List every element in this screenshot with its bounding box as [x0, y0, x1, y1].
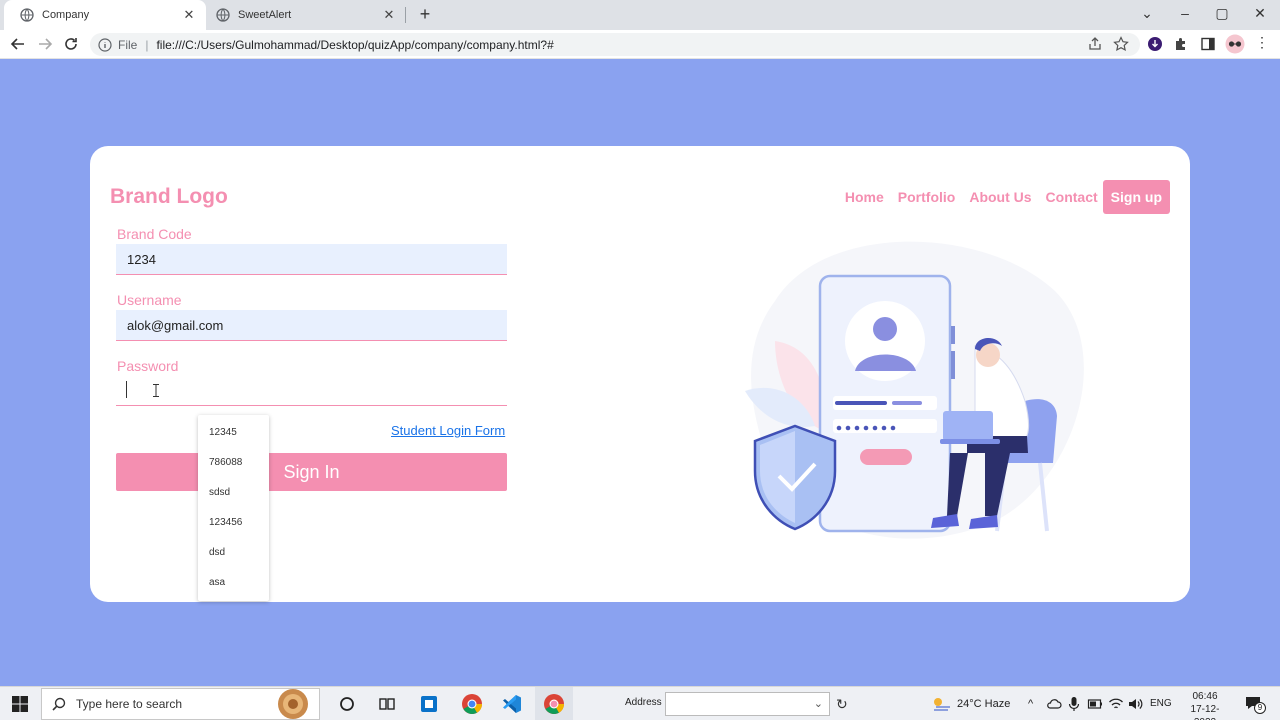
autocomplete-option[interactable]: dsd — [198, 538, 269, 568]
taskbar-address-input[interactable]: ⌄ — [665, 692, 830, 716]
ibeam-cursor-icon — [153, 384, 159, 397]
chrome-app-icon — [544, 694, 565, 715]
chevron-down-icon[interactable]: ⌄ — [814, 697, 823, 710]
login-security-illustration — [745, 241, 1084, 539]
tray-chevron-up-icon[interactable]: ^ — [1028, 698, 1033, 710]
signup-button[interactable]: Sign up — [1102, 180, 1170, 214]
password-input[interactable] — [116, 375, 507, 406]
download-extension-icon[interactable] — [1147, 36, 1163, 52]
autocomplete-option[interactable]: 786088 — [198, 448, 269, 478]
student-login-link[interactable]: Student Login Form — [391, 423, 505, 438]
vscode-app-icon[interactable] — [502, 694, 522, 714]
brand-logo[interactable]: Brand Logo — [110, 185, 228, 209]
cloud-icon[interactable] — [1046, 696, 1062, 712]
tab-title: Company — [42, 9, 90, 21]
taskbar-address-label: Address — [625, 697, 662, 708]
search-highlight-icon — [278, 689, 308, 719]
autocomplete-option[interactable]: 123456 — [198, 508, 269, 538]
browser-menu-icon[interactable]: ⋮ — [1252, 34, 1272, 51]
username-label: Username — [117, 292, 182, 308]
maximize-icon[interactable]: ▢ — [1212, 5, 1232, 22]
search-placeholder: Type here to search — [76, 697, 183, 711]
autocomplete-option[interactable]: asa — [198, 568, 269, 598]
address-bar[interactable]: File | file:///C:/Users/Gulmohammad/Desk… — [90, 33, 1140, 56]
share-icon[interactable] — [1087, 36, 1103, 52]
nav-contact[interactable]: Contact — [1046, 189, 1098, 205]
taskbar-clock[interactable]: 06:46 17-12-2022 — [1180, 690, 1230, 720]
login-card: Brand Logo Home Portfolio About Us Conta… — [90, 146, 1190, 602]
notification-center-icon[interactable]: 9 — [1244, 695, 1266, 714]
tab-search-chevron-icon[interactable]: ⌄ — [1137, 5, 1157, 22]
search-icon — [52, 697, 66, 711]
tab-separator — [405, 7, 406, 23]
weather-haze-icon[interactable] — [930, 695, 952, 713]
password-autocomplete-list: 12345 786088 sdsd 123456 dsd asa — [198, 415, 269, 601]
nav-about-us[interactable]: About Us — [969, 189, 1031, 205]
top-navigation: Home Portfolio About Us Contact Sign up — [831, 180, 1170, 214]
clock-time: 06:46 — [1192, 691, 1218, 702]
cortana-circle-icon[interactable] — [338, 695, 356, 713]
nav-portfolio[interactable]: Portfolio — [898, 189, 956, 205]
nav-home[interactable]: Home — [845, 189, 884, 205]
globe-icon — [216, 8, 230, 22]
language-indicator[interactable]: ENG — [1150, 698, 1172, 709]
microphone-icon[interactable] — [1067, 696, 1081, 712]
active-taskbar-app[interactable] — [535, 687, 573, 720]
forward-arrow-icon[interactable] — [36, 35, 54, 53]
info-icon — [98, 37, 112, 52]
refresh-icon[interactable]: ↻ — [836, 696, 848, 713]
tab-company[interactable]: Company ✕ — [4, 0, 206, 30]
browser-toolbar: File | file:///C:/Users/Gulmohammad/Desk… — [0, 30, 1280, 59]
reload-icon[interactable] — [62, 35, 80, 53]
tab-close-icon[interactable]: ✕ — [182, 8, 196, 22]
extensions-puzzle-icon[interactable] — [1173, 36, 1189, 52]
volume-icon[interactable] — [1127, 696, 1143, 712]
autocomplete-option[interactable]: sdsd — [198, 478, 269, 508]
windows-taskbar: Type here to search Address ⌄ ↻ 24°C Haz… — [0, 686, 1280, 720]
weather-text[interactable]: 24°C Haze — [957, 698, 1010, 710]
bookmark-star-icon[interactable] — [1113, 36, 1129, 52]
windows-start-icon[interactable] — [12, 696, 28, 712]
brand-code-label: Brand Code — [117, 226, 192, 242]
wifi-icon[interactable] — [1108, 696, 1124, 712]
globe-icon — [20, 8, 34, 22]
battery-icon[interactable] — [1087, 696, 1103, 712]
profile-avatar-icon[interactable] — [1225, 34, 1245, 54]
window-close-icon[interactable]: ✕ — [1250, 5, 1270, 22]
chrome-app-icon[interactable] — [461, 693, 483, 715]
tab-close-icon[interactable]: ✕ — [382, 8, 396, 22]
tab-title: SweetAlert — [238, 9, 292, 21]
new-tab-icon[interactable]: + — [416, 5, 434, 23]
url-text[interactable]: file:///C:/Users/Gulmohammad/Desktop/qui… — [156, 38, 553, 52]
brand-code-input[interactable] — [116, 244, 507, 275]
side-panel-icon[interactable] — [1200, 36, 1216, 52]
password-label: Password — [117, 358, 179, 374]
tab-sweetalert[interactable]: SweetAlert ✕ — [206, 0, 406, 30]
browser-tab-bar: Company ✕ SweetAlert ✕ + ⌄ – ▢ ✕ — [0, 0, 1280, 30]
address-divider: | — [145, 37, 149, 52]
scheme-label: File — [118, 37, 138, 52]
back-arrow-icon[interactable] — [9, 35, 27, 53]
task-view-icon[interactable] — [378, 695, 396, 713]
notification-count-badge: 9 — [1254, 702, 1266, 714]
taskbar-search-box[interactable]: Type here to search — [41, 688, 320, 720]
text-caret — [126, 381, 127, 398]
username-input[interactable] — [116, 310, 507, 341]
sign-in-button[interactable]: Sign In — [116, 453, 507, 491]
clock-date: 17-12-2022 — [1190, 704, 1220, 720]
store-app-icon[interactable] — [420, 695, 438, 713]
autocomplete-option[interactable]: 12345 — [198, 418, 269, 448]
minimize-icon[interactable]: – — [1175, 5, 1195, 21]
